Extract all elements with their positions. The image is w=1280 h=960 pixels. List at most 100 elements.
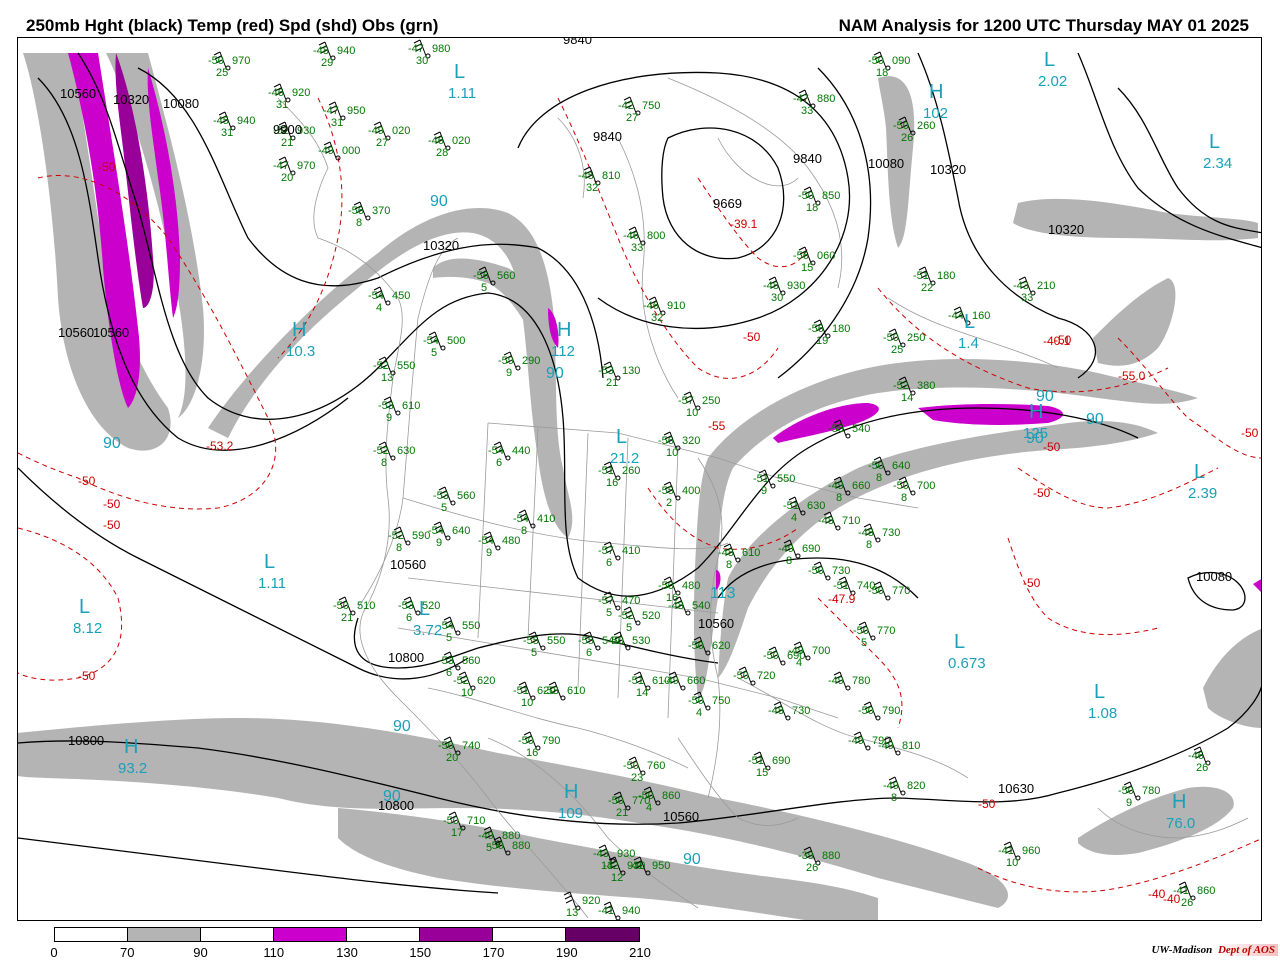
center-symbol: L <box>1209 131 1220 153</box>
station-marker <box>780 660 786 666</box>
analysis-time: NAM Analysis for 1200 UTC Thursday MAY 0… <box>838 16 1249 35</box>
station-marker <box>385 300 391 306</box>
obs-height: 410 <box>537 513 555 525</box>
obs-height: 520 <box>642 610 660 622</box>
station-marker <box>515 365 521 371</box>
obs-temperature: -50 <box>438 740 454 752</box>
obs-height: 400 <box>682 485 700 497</box>
obs-dewpoint-depression: 10 <box>521 697 533 709</box>
obs-temperature: -48 <box>818 515 834 527</box>
station-obs: -54 480 9 <box>478 531 520 559</box>
obs-height: 880 <box>817 93 835 105</box>
station-obs: -50 700 8 <box>893 476 935 504</box>
obs-dewpoint-depression: 6 <box>606 557 612 569</box>
obs-temperature: -44 <box>948 310 964 322</box>
colorbar-segment <box>493 928 566 941</box>
station-marker <box>390 455 396 461</box>
obs-height: 550 <box>547 635 565 647</box>
height-label: 9840 <box>593 129 622 144</box>
obs-temperature: -48 <box>768 705 784 717</box>
station-obs: -49 700 4 <box>788 641 830 669</box>
station-obs: -43 210 33 <box>1013 276 1055 304</box>
station-obs: -50 090 18 <box>868 51 910 79</box>
obs-temperature: -54 <box>423 335 439 347</box>
temperature-label: -50 <box>103 518 121 532</box>
center-symbol: L <box>1044 49 1055 71</box>
station-obs: -50 720 <box>733 666 775 686</box>
obs-height: 210 <box>1037 280 1055 292</box>
obs-dewpoint-depression: 33 <box>801 105 813 117</box>
station-obs: -49 690 8 <box>778 539 820 567</box>
obs-dewpoint-depression: 8 <box>396 542 402 554</box>
obs-dewpoint-depression: 9 <box>1126 797 1132 809</box>
obs-height: 700 <box>917 480 935 492</box>
obs-height: 690 <box>802 543 820 555</box>
station-obs: -49 820 8 <box>883 776 925 804</box>
obs-temperature: -51 <box>833 580 849 592</box>
center-symbol: L <box>964 311 975 333</box>
obs-temperature: -41 <box>628 860 644 872</box>
obs-dewpoint-depression: 5 <box>446 632 452 644</box>
obs-temperature: -49 <box>878 740 894 752</box>
speed-label: 90 <box>1036 388 1054 405</box>
obs-height: 940 <box>622 905 640 917</box>
station-obs: -50 970 25 <box>208 51 250 79</box>
map-panel: -50 970 25 -48 940 29 -47 980 30 -46 920 31 -47 950 31… <box>17 37 1262 921</box>
obs-temperature: -51 <box>748 755 764 767</box>
obs-height: 470 <box>622 595 640 607</box>
obs-height: 810 <box>602 170 620 182</box>
height-label: 10320 <box>930 162 966 177</box>
station-obs: -4626 <box>1188 746 1211 774</box>
obs-temperature: -46 <box>623 230 639 242</box>
speed-label: 90 <box>393 718 411 735</box>
temperature-label: -50 <box>1043 440 1061 454</box>
station-marker <box>455 665 461 671</box>
obs-height: 540 <box>692 600 710 612</box>
obs-temperature: -52 <box>388 530 404 542</box>
obs-height: 640 <box>892 460 910 472</box>
obs-temperature: -50 <box>868 55 884 67</box>
obs-height: 940 <box>237 115 255 127</box>
obs-temperature: -50 <box>868 585 884 597</box>
obs-dewpoint-depression: 31 <box>276 99 288 111</box>
obs-temperature: -50 <box>798 190 814 202</box>
obs-dewpoint-depression: 33 <box>631 242 643 254</box>
station-marker <box>395 410 401 416</box>
height-label: 10320 <box>423 238 459 253</box>
station-obs: -52 630 8 <box>373 441 415 469</box>
station-marker <box>505 455 511 461</box>
station-obs: -45 940 31 <box>213 111 255 139</box>
station-obs: -56 370 8 <box>348 201 390 229</box>
obs-dewpoint-depression: 8 <box>381 457 387 469</box>
station-marker <box>440 345 446 351</box>
obs-dewpoint-depression: 13 <box>381 372 393 384</box>
height-label: 10320 <box>113 92 149 107</box>
obs-temperature: -50 <box>658 580 674 592</box>
center-symbol: H <box>564 781 578 803</box>
obs-dewpoint-depression: 5 <box>431 347 437 359</box>
station-marker <box>795 553 801 559</box>
station-obs: -56 060 15 <box>793 246 835 274</box>
colorbar-label: 190 <box>555 945 578 960</box>
center-value: 1.08 <box>1088 705 1117 722</box>
obs-temperature: -46 <box>1188 750 1204 762</box>
station-obs: -55 400 2 <box>658 481 700 509</box>
station-obs: 920 13 <box>563 891 600 919</box>
center-value: 8.12 <box>73 620 102 637</box>
obs-height: 290 <box>522 355 540 367</box>
obs-height: 790 <box>882 705 900 717</box>
obs-dewpoint-depression: 23 <box>631 772 643 784</box>
obs-height: 640 <box>452 525 470 537</box>
obs-dewpoint-depression: 8 <box>726 559 732 571</box>
obs-dewpoint-depression: 8 <box>521 525 527 537</box>
center-value: 109 <box>558 805 583 822</box>
obs-temperature: -51 <box>628 675 644 687</box>
station-obs: -50 750 4 <box>688 691 730 719</box>
station-obs: -53 560 5 <box>433 486 475 514</box>
station-obs: -50 530 <box>608 631 650 651</box>
obs-temperature: -56 <box>793 250 809 262</box>
station-obs: -54 440 6 <box>488 441 530 469</box>
obs-height: 090 <box>892 55 910 67</box>
obs-height: 770 <box>877 625 895 637</box>
station-obs: -53 610 9 <box>378 396 420 424</box>
